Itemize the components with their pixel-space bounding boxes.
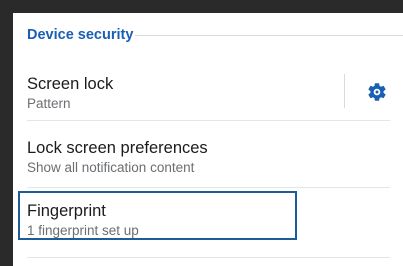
section-header: Device security <box>13 13 403 61</box>
vertical-separator <box>344 74 345 108</box>
screen-lock-subtitle: Pattern <box>27 96 71 111</box>
screen-lock-settings-button[interactable] <box>366 81 388 103</box>
lock-screen-preferences-subtitle: Show all notification content <box>27 160 195 175</box>
screen-lock-title: Screen lock <box>27 75 114 93</box>
gear-icon <box>368 83 386 101</box>
section-rule <box>135 35 403 36</box>
focus-outline <box>18 191 297 240</box>
lock-screen-preferences-item[interactable]: Lock screen preferences Show all notific… <box>13 121 403 188</box>
lock-screen-preferences-title: Lock screen preferences <box>27 139 208 157</box>
section-title: Device security <box>27 27 134 43</box>
divider <box>27 187 390 188</box>
device-security-panel: Device security Screen lock Pattern Lock… <box>13 13 403 266</box>
divider <box>27 257 390 258</box>
